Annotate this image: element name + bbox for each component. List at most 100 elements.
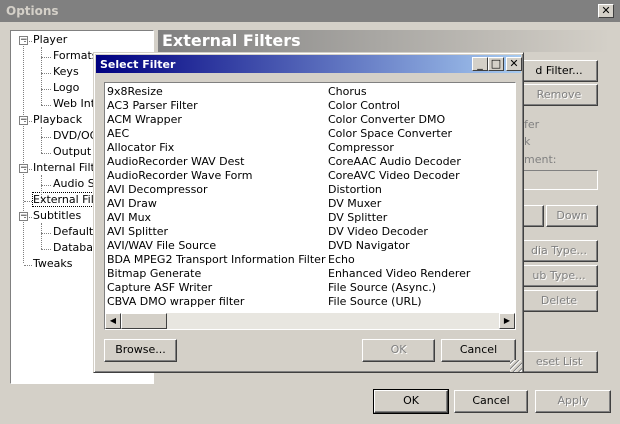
window-title: Options bbox=[6, 4, 59, 18]
panel-label-3: ment: bbox=[524, 153, 557, 166]
scroll-left-button[interactable]: ◀ bbox=[105, 313, 121, 329]
tree-node[interactable]: DVD/OG bbox=[53, 129, 98, 142]
panel-text-field[interactable] bbox=[520, 170, 598, 190]
tree-line bbox=[41, 105, 51, 106]
tree-node[interactable]: Logo bbox=[53, 81, 79, 94]
tree-node[interactable]: Output bbox=[53, 145, 91, 158]
tree-line bbox=[41, 137, 51, 138]
minimize-icon: _ bbox=[477, 57, 483, 70]
down-button[interactable]: Down bbox=[546, 205, 598, 227]
tree-node[interactable]: Databas bbox=[53, 241, 99, 254]
scroll-right-button[interactable]: ▶ bbox=[499, 313, 515, 329]
list-item[interactable]: BDA MPEG2 Transport Information Filter bbox=[107, 253, 325, 267]
list-item[interactable]: Color Control bbox=[328, 99, 400, 113]
tree-node[interactable]: Keys bbox=[53, 65, 79, 78]
tree-line bbox=[41, 73, 51, 74]
list-item[interactable]: Compressor bbox=[328, 141, 394, 155]
dialog-close-button[interactable]: ✕ bbox=[506, 57, 522, 71]
add-media-type-label: dia Type... bbox=[530, 244, 588, 257]
tree-node[interactable]: Formats bbox=[53, 49, 98, 62]
tree-line bbox=[24, 217, 32, 218]
browse-label: Browse... bbox=[115, 343, 166, 356]
tree-node[interactable]: Subtitles bbox=[33, 209, 81, 222]
ok-label: OK bbox=[403, 394, 419, 407]
add-filter-button[interactable]: d Filter... bbox=[520, 60, 598, 82]
ok-button[interactable]: OK bbox=[373, 389, 449, 414]
list-item[interactable]: AVI Draw bbox=[107, 197, 157, 211]
list-item[interactable]: DVD Navigator bbox=[328, 239, 410, 253]
list-item[interactable]: AVI Splitter bbox=[107, 225, 168, 239]
scroll-thumb[interactable] bbox=[121, 313, 167, 329]
cancel-label: Cancel bbox=[472, 394, 510, 407]
list-item[interactable]: DV Video Decoder bbox=[328, 225, 428, 239]
tree-node[interactable]: Player bbox=[33, 33, 67, 46]
tree-node[interactable]: Tweaks bbox=[33, 257, 73, 270]
filter-list[interactable]: 9x8Resize AC3 Parser Filter ACM Wrapper AEC… bbox=[104, 82, 516, 330]
list-item[interactable]: AudioRecorder WAV Dest bbox=[107, 155, 244, 169]
list-item[interactable]: Color Converter DMO bbox=[328, 113, 445, 127]
tree-line bbox=[41, 185, 51, 186]
list-item[interactable]: CoreAAC Audio Decoder bbox=[328, 155, 461, 169]
dialog-title-bar: Select Filter bbox=[96, 55, 521, 73]
list-item[interactable]: ACM Wrapper bbox=[107, 113, 182, 127]
list-item[interactable]: Bitmap Generate bbox=[107, 267, 201, 281]
dialog-cancel-label: Cancel bbox=[459, 343, 498, 356]
tree-node[interactable]: Default bbox=[53, 225, 93, 238]
dialog-ok-label: OK bbox=[390, 343, 407, 356]
apply-button[interactable]: Apply bbox=[535, 390, 611, 413]
dialog-ok-button[interactable]: OK bbox=[362, 339, 435, 362]
list-item[interactable]: 9x8Resize bbox=[107, 85, 163, 99]
list-item[interactable]: Distortion bbox=[328, 183, 382, 197]
resize-grip-icon[interactable] bbox=[510, 360, 522, 372]
dialog-minimize-button[interactable]: _ bbox=[472, 57, 488, 71]
list-item[interactable]: CBVA DMO wrapper filter bbox=[107, 295, 244, 309]
list-item[interactable]: AVI Mux bbox=[107, 211, 151, 225]
list-item[interactable]: Echo bbox=[328, 253, 355, 267]
panel-title-text: External Filters bbox=[162, 31, 301, 50]
list-item[interactable]: DV Muxer bbox=[328, 197, 381, 211]
list-item[interactable]: DV Splitter bbox=[328, 211, 387, 225]
maximize-icon: □ bbox=[490, 57, 502, 70]
tree-node[interactable]: Playback bbox=[33, 113, 82, 126]
list-item[interactable]: CoreAVC Video Decoder bbox=[328, 169, 460, 183]
tree-line bbox=[41, 223, 42, 249]
scroll-left-icon: ◀ bbox=[109, 316, 117, 325]
list-item[interactable]: AudioRecorder Wave Form bbox=[107, 169, 252, 183]
dialog-maximize-button[interactable]: □ bbox=[488, 57, 504, 71]
browse-button[interactable]: Browse... bbox=[104, 339, 177, 362]
list-item[interactable]: AVI/WAV File Source bbox=[107, 239, 216, 253]
tree-line bbox=[41, 249, 51, 250]
list-item[interactable]: File Source (Async.) bbox=[328, 281, 436, 295]
add-filter-label: d Filter... bbox=[535, 64, 583, 77]
delete-label: Delete bbox=[540, 294, 578, 307]
tree-line bbox=[23, 43, 24, 263]
tree-node[interactable]: Internal Filte bbox=[33, 161, 102, 174]
list-item[interactable]: Allocator Fix bbox=[107, 141, 174, 155]
add-sub-type-button[interactable]: ub Type... bbox=[520, 265, 598, 287]
list-item[interactable]: Capture ASF Writer bbox=[107, 281, 212, 295]
delete-button[interactable]: Delete bbox=[520, 290, 598, 312]
tree-line bbox=[41, 127, 42, 153]
cancel-button[interactable]: Cancel bbox=[454, 390, 528, 413]
apply-label: Apply bbox=[557, 394, 589, 407]
tree-line bbox=[41, 57, 51, 58]
list-item[interactable]: Enhanced Video Renderer bbox=[328, 267, 470, 281]
list-item[interactable]: AEC bbox=[107, 127, 129, 141]
horizontal-scrollbar[interactable]: ◀ ▶ bbox=[105, 313, 515, 329]
dialog-cancel-button[interactable]: Cancel bbox=[441, 339, 516, 362]
list-item[interactable]: AC3 Parser Filter bbox=[107, 99, 198, 113]
tree-line bbox=[41, 153, 51, 154]
add-media-type-button[interactable]: dia Type... bbox=[520, 240, 598, 262]
reset-list-button[interactable]: eset List bbox=[520, 351, 598, 373]
add-sub-type-label: ub Type... bbox=[532, 269, 586, 282]
tree-node[interactable]: Web Int bbox=[53, 97, 95, 110]
remove-button[interactable]: Remove bbox=[520, 84, 598, 106]
panel-label-2: k bbox=[524, 135, 531, 148]
tree-line bbox=[24, 201, 32, 202]
list-item[interactable]: File Source (URL) bbox=[328, 295, 422, 309]
reset-list-label: eset List bbox=[535, 355, 583, 368]
list-item[interactable]: Color Space Converter bbox=[328, 127, 452, 141]
list-item[interactable]: AVI Decompressor bbox=[107, 183, 208, 197]
window-close-button[interactable]: ✕ bbox=[598, 4, 614, 18]
list-item[interactable]: Chorus bbox=[328, 85, 367, 99]
